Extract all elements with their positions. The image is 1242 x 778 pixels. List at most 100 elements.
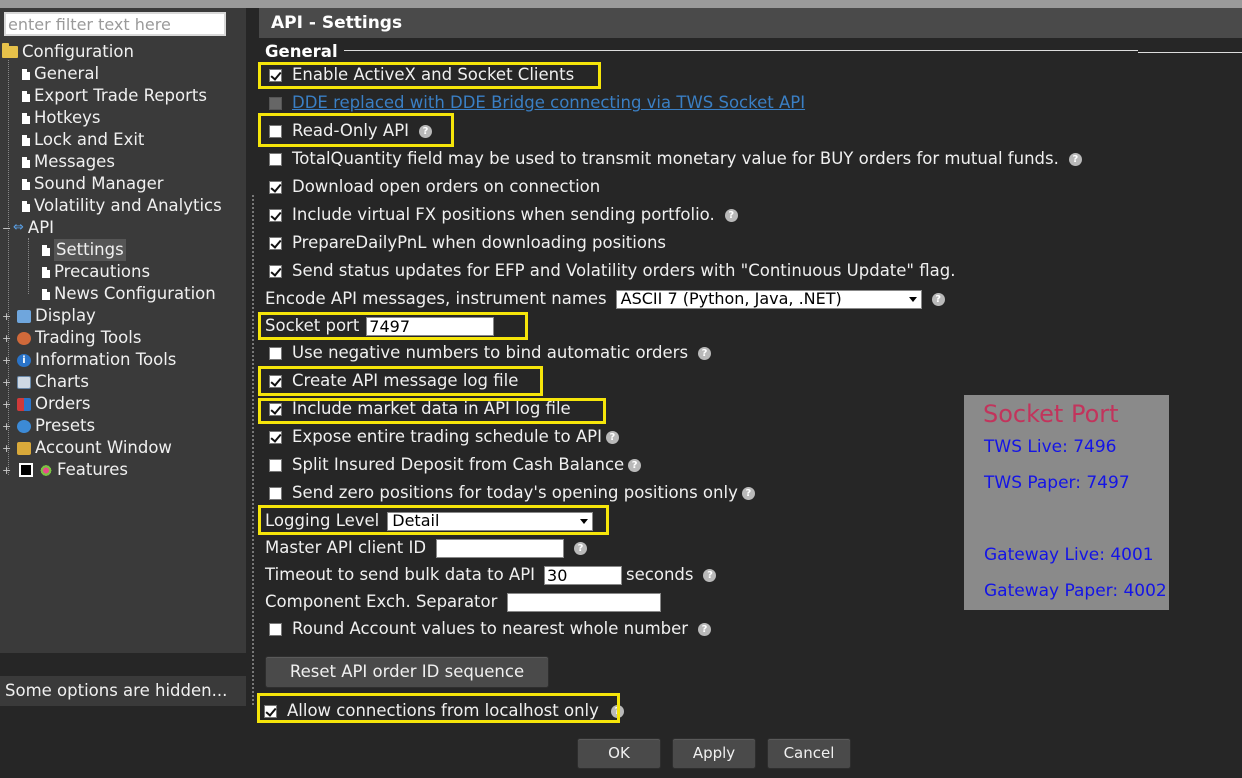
- tree-item-orders[interactable]: + Orders: [2, 393, 91, 415]
- tree-item-account-window[interactable]: + Account Window: [2, 437, 172, 459]
- send-zero-positions-checkbox[interactable]: [269, 486, 282, 500]
- tree-item-label: Sound Manager: [34, 174, 164, 193]
- tree-item-label: Lock and Exit: [34, 130, 145, 149]
- expand-icon[interactable]: +: [2, 333, 11, 344]
- document-icon: [22, 90, 30, 102]
- document-icon: [22, 134, 30, 146]
- folder-icon: [2, 43, 18, 58]
- help-icon[interactable]: ?: [931, 292, 945, 306]
- presets-icon: [17, 419, 31, 433]
- highlight-enable-activex: [258, 62, 601, 89]
- document-icon: [22, 178, 30, 190]
- expand-icon[interactable]: +: [2, 377, 11, 388]
- total-quantity-checkbox[interactable]: [269, 152, 282, 166]
- ok-button[interactable]: OK: [577, 738, 661, 769]
- option-send-status-updates[interactable]: Send status updates for EFP and Volatili…: [269, 260, 955, 282]
- api-arrows-icon: ⇔: [13, 220, 24, 235]
- expand-icon[interactable]: +: [2, 311, 11, 322]
- collapse-icon[interactable]: −: [2, 223, 11, 234]
- component-separator-input[interactable]: [507, 592, 662, 612]
- highlight-market-data: [258, 398, 606, 424]
- split-insured-checkbox[interactable]: [269, 458, 282, 472]
- option-send-zero-positions[interactable]: Send zero positions for today's opening …: [269, 482, 755, 504]
- help-icon[interactable]: ?: [698, 622, 712, 636]
- tree-item-information-tools[interactable]: + i Information Tools: [2, 349, 176, 371]
- section-divider: [344, 50, 1138, 51]
- help-icon[interactable]: ?: [741, 486, 755, 500]
- tree-item-display[interactable]: + Display: [2, 305, 96, 327]
- expand-icon[interactable]: +: [2, 443, 11, 454]
- help-icon[interactable]: ?: [703, 568, 717, 582]
- features-checkbox[interactable]: [19, 463, 33, 477]
- panel-guide: [252, 195, 254, 705]
- include-virtual-fx-checkbox[interactable]: [269, 208, 282, 222]
- help-icon[interactable]: ?: [724, 208, 738, 222]
- option-round-account[interactable]: Round Account values to nearest whole nu…: [269, 618, 712, 640]
- download-open-orders-checkbox[interactable]: [269, 180, 282, 194]
- expand-icon[interactable]: +: [2, 399, 11, 410]
- negative-numbers-checkbox[interactable]: [269, 346, 282, 360]
- encode-select[interactable]: ASCII 7 (Python, Java, .NET): [615, 289, 922, 309]
- tree-item-export-trade-reports[interactable]: Export Trade Reports: [22, 85, 207, 107]
- tree-item-presets[interactable]: + Presets: [2, 415, 95, 437]
- tree-item-label: Export Trade Reports: [34, 86, 207, 105]
- help-icon[interactable]: ?: [698, 346, 712, 360]
- option-label: TotalQuantity field may be used to trans…: [292, 149, 1059, 168]
- expand-icon[interactable]: +: [2, 355, 11, 366]
- tree-item-charts[interactable]: + Charts: [2, 371, 89, 393]
- option-prepare-daily-pnl[interactable]: PrepareDailyPnL when downloading positio…: [269, 232, 666, 254]
- tree-item-trading-tools[interactable]: + Trading Tools: [2, 327, 141, 349]
- option-total-quantity[interactable]: TotalQuantity field may be used to trans…: [269, 148, 1082, 170]
- tree-item-settings[interactable]: Settings: [42, 239, 126, 261]
- socket-port-note: Socket Port TWS Live: 7496 TWS Paper: 74…: [964, 395, 1169, 610]
- document-icon: [22, 68, 30, 80]
- send-status-updates-checkbox[interactable]: [269, 264, 282, 278]
- option-label: Encode API messages, instrument names: [265, 289, 607, 308]
- tree-item-messages[interactable]: Messages: [22, 151, 115, 173]
- dde-link[interactable]: DDE replaced with DDE Bridge connecting …: [292, 92, 805, 114]
- option-component-separator: Component Exch. Separator: [265, 591, 662, 613]
- help-icon[interactable]: ?: [1068, 152, 1082, 166]
- timeout-input[interactable]: [544, 565, 623, 585]
- timeout-unit: seconds: [626, 565, 694, 584]
- tree-item-api[interactable]: − ⇔ API: [2, 217, 54, 239]
- cancel-button[interactable]: Cancel: [767, 738, 851, 769]
- tree-item-news-configuration[interactable]: News Configuration: [42, 283, 216, 305]
- highlight-allow-localhost: [257, 693, 620, 723]
- expand-icon[interactable]: +: [2, 465, 11, 476]
- tree-item-hotkeys[interactable]: Hotkeys: [22, 107, 100, 129]
- help-icon[interactable]: ?: [574, 541, 588, 555]
- help-icon[interactable]: ?: [605, 430, 619, 444]
- tree-item-lock-and-exit[interactable]: Lock and Exit: [22, 129, 144, 151]
- note-line: Gateway Live: 4001: [984, 545, 1154, 565]
- tree-item-label: Precautions: [54, 262, 151, 281]
- master-client-input[interactable]: [436, 538, 565, 558]
- expand-icon[interactable]: +: [2, 421, 11, 432]
- tree-item-volatility-and-analytics[interactable]: Volatility and Analytics: [22, 195, 222, 217]
- filter-input[interactable]: [4, 12, 226, 36]
- prepare-daily-pnl-checkbox[interactable]: [269, 236, 282, 250]
- option-label: Send status updates for EFP and Volatili…: [292, 261, 956, 280]
- round-account-checkbox[interactable]: [269, 622, 282, 636]
- option-include-virtual-fx[interactable]: Include virtual FX positions when sendin…: [269, 204, 738, 226]
- help-icon[interactable]: ?: [628, 458, 642, 472]
- tree-item-precautions[interactable]: Precautions: [42, 261, 150, 283]
- tree-item-configuration[interactable]: Configuration: [2, 41, 134, 63]
- tree-item-sound-manager[interactable]: Sound Manager: [22, 173, 164, 195]
- note-line: TWS Paper: 7497: [984, 473, 1130, 493]
- option-download-open-orders[interactable]: Download open orders on connection: [269, 176, 600, 198]
- hidden-options-notice[interactable]: Some options are hidden...: [0, 676, 246, 706]
- reset-api-order-id-button[interactable]: Reset API order ID sequence: [265, 656, 549, 688]
- document-icon: [42, 288, 50, 300]
- expose-schedule-checkbox[interactable]: [269, 430, 282, 444]
- apply-button[interactable]: Apply: [672, 738, 756, 769]
- tree-guide: [28, 238, 29, 294]
- tree-item-label: Volatility and Analytics: [34, 196, 222, 215]
- tree-item-label: API: [27, 218, 55, 237]
- tree-item-features[interactable]: + Features: [2, 459, 128, 481]
- option-label: PrepareDailyPnL when downloading positio…: [292, 233, 666, 252]
- option-split-insured[interactable]: Split Insured Deposit from Cash Balance …: [269, 454, 642, 476]
- option-negative-numbers[interactable]: Use negative numbers to bind automatic o…: [269, 342, 712, 364]
- tree-item-general[interactable]: General: [22, 63, 99, 85]
- option-expose-schedule[interactable]: Expose entire trading schedule to API ?: [269, 426, 619, 448]
